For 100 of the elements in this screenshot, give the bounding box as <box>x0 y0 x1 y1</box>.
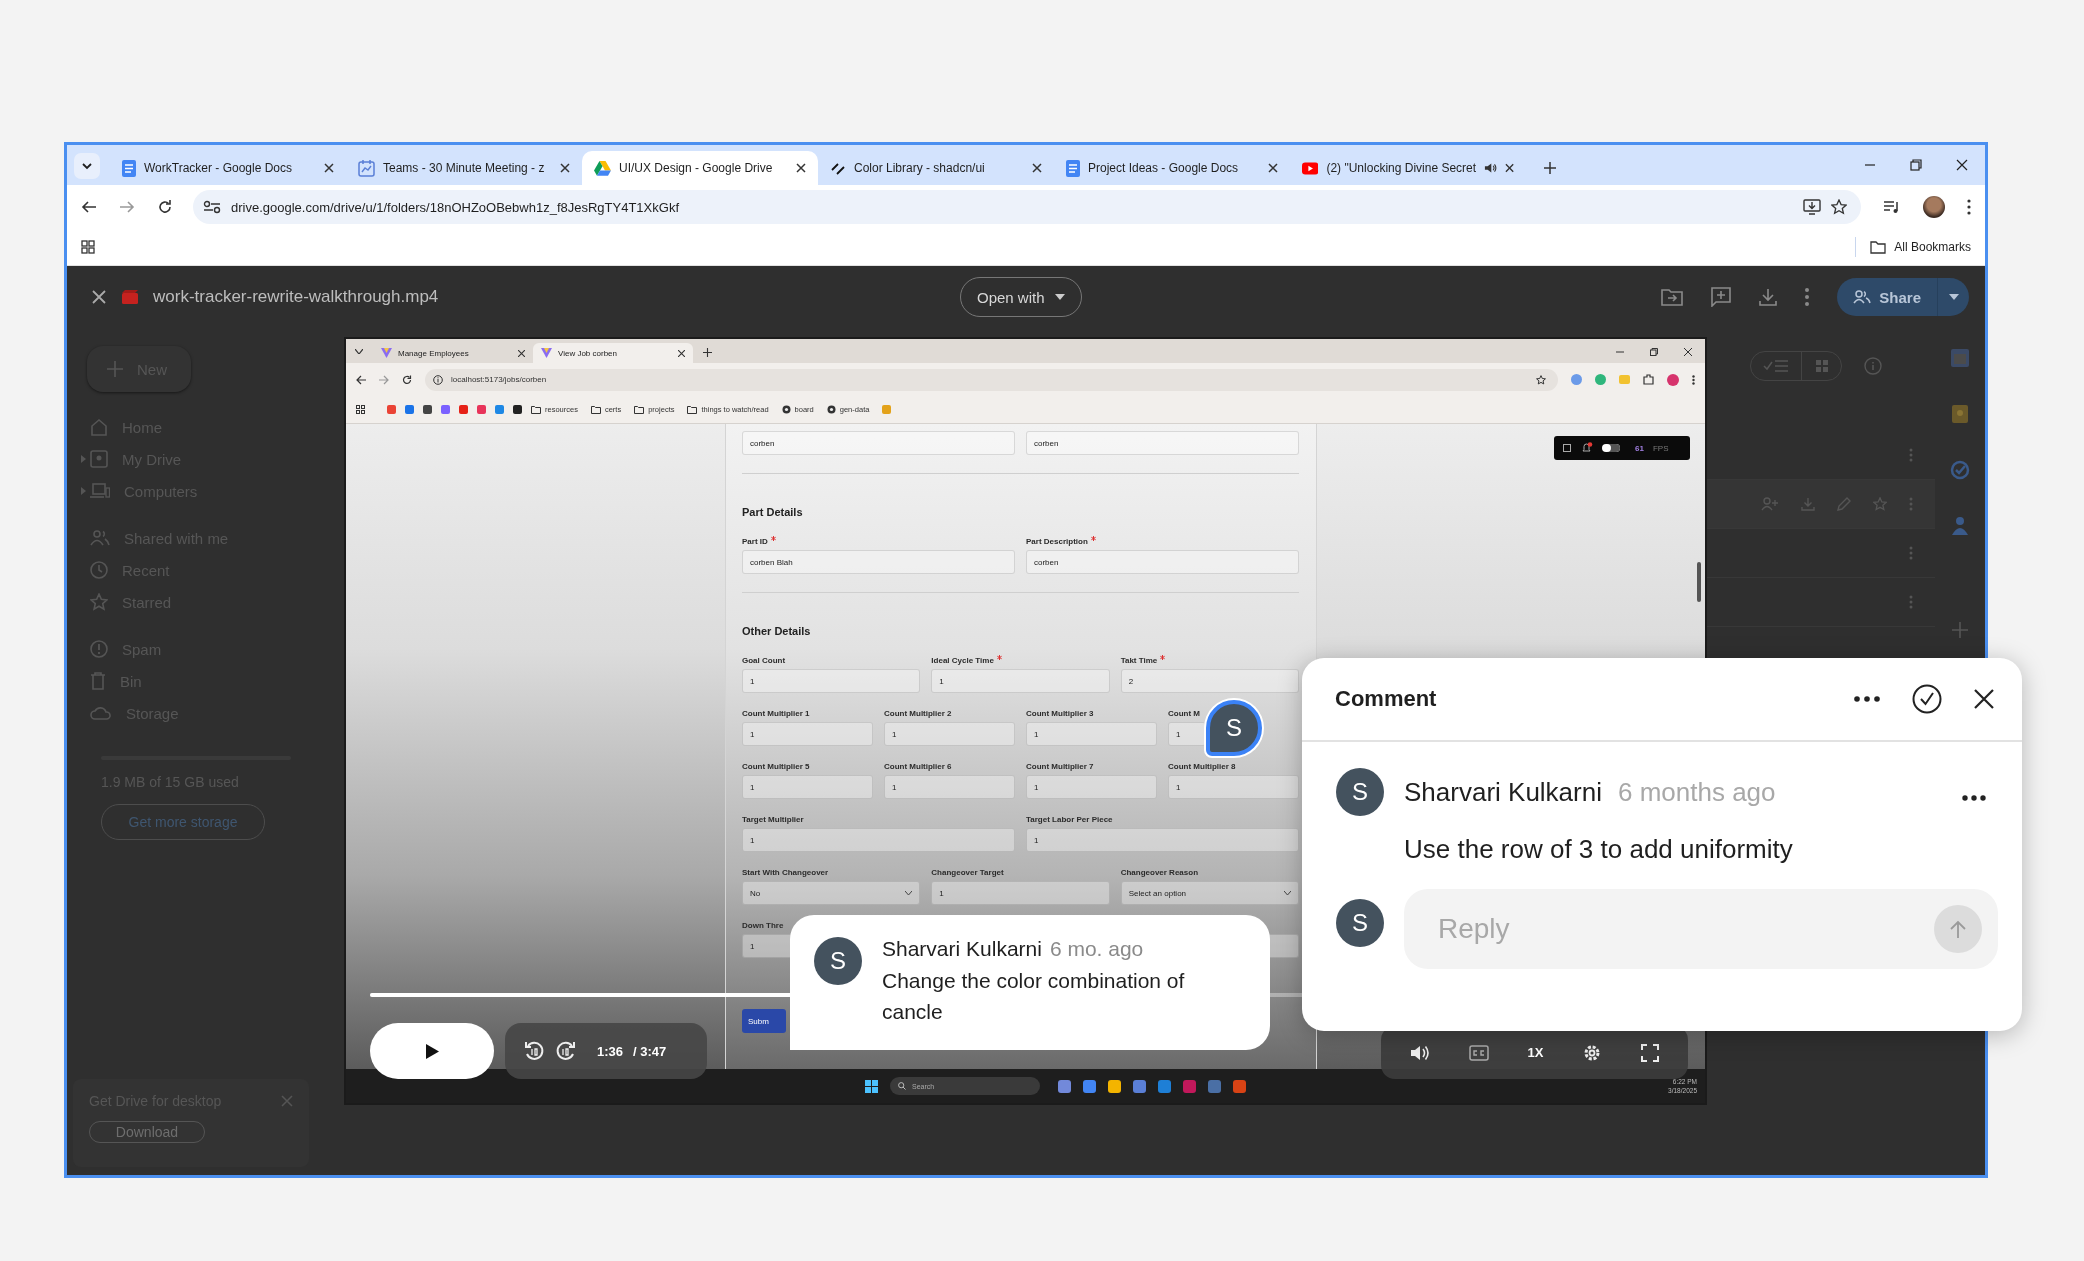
input-field: 1 <box>742 669 921 693</box>
panel-title: Comment <box>1335 686 1437 712</box>
profile-avatar[interactable] <box>1923 196 1945 218</box>
install-icon[interactable] <box>1803 199 1821 215</box>
field-label: Changeover Reason <box>1120 867 1198 877</box>
reload-icon[interactable] <box>157 199 173 215</box>
star-icon[interactable] <box>1873 497 1887 511</box>
extension-icon <box>1595 374 1606 385</box>
field-label: Target Multiplier <box>742 814 804 824</box>
browser-tab[interactable]: Teams - 30 Minute Meeting - z <box>346 151 582 185</box>
share-button[interactable]: Share <box>1837 278 1937 316</box>
fps-counter: 61 <box>1635 443 1644 453</box>
browser-tab[interactable]: WorkTracker - Google Docs <box>110 151 346 185</box>
close-icon[interactable] <box>1974 689 1994 709</box>
address-field[interactable]: drive.google.com/drive/u/1/folders/18nOHZoOBebwh1z_f8JesRgTY4T1XkGkf <box>193 190 1861 224</box>
avatar: S <box>814 937 862 985</box>
more-icon[interactable] <box>1854 696 1880 702</box>
input-field: Select an option <box>1120 881 1299 905</box>
home-icon <box>90 418 108 436</box>
site-settings-icon[interactable] <box>203 200 221 214</box>
close-icon[interactable] <box>324 163 334 173</box>
people-icon <box>1853 290 1872 304</box>
browser-tab[interactable]: UI/UX Design - Google Drive <box>582 151 818 185</box>
speed-button[interactable]: 1X <box>1527 1045 1544 1060</box>
input-field: 1 <box>1168 775 1299 799</box>
close-icon[interactable] <box>560 163 570 173</box>
reply-input[interactable]: Reply <box>1436 912 1934 946</box>
menu-icon[interactable] <box>1967 199 1971 215</box>
tab-search-button[interactable] <box>74 153 100 179</box>
speaker-icon[interactable] <box>1484 161 1497 175</box>
forward-icon[interactable] <box>555 1040 577 1062</box>
submit-button: Subm <box>742 1009 786 1033</box>
field-label: Count Multiplier 1 <box>742 708 810 718</box>
info-icon <box>433 374 443 385</box>
browser-tab[interactable]: Color Library - shadcn/ui <box>818 151 1054 185</box>
close-icon[interactable] <box>1956 159 1968 171</box>
new-tab-icon[interactable] <box>1544 162 1556 174</box>
all-bookmarks-button[interactable]: All Bookmarks <box>1870 240 1971 254</box>
reload-icon <box>402 374 412 385</box>
media-queue-icon[interactable] <box>1883 200 1901 214</box>
app-icon <box>1208 1079 1221 1093</box>
resolve-icon[interactable] <box>1912 684 1942 714</box>
note-icon[interactable] <box>1951 404 1969 424</box>
field-label: Target Labor Per Piece <box>1026 814 1113 824</box>
input-field: 1 <box>742 828 1015 852</box>
back-icon[interactable] <box>81 199 97 215</box>
apps-grid-icon[interactable] <box>81 240 95 254</box>
v-logo-icon <box>381 348 392 358</box>
fps-unit: FPS <box>1652 443 1669 453</box>
cloud-icon <box>90 706 112 720</box>
restore-icon[interactable] <box>1910 159 1922 171</box>
star-icon[interactable] <box>1831 199 1847 215</box>
comment-text: Use the row of 3 to add uniformity <box>1404 834 1794 865</box>
open-with-button[interactable]: Open with <box>960 277 1082 317</box>
input-field: corben Blah <box>742 550 1015 574</box>
more-icon[interactable] <box>1962 795 1986 801</box>
address-field: localhost:5173/jobs/corben <box>425 368 1558 391</box>
volume-icon[interactable] <box>1410 1043 1431 1062</box>
download-icon[interactable] <box>1759 288 1778 306</box>
rewind-icon[interactable] <box>523 1040 545 1062</box>
section-heading: Other Details <box>742 625 812 637</box>
close-icon[interactable] <box>1504 163 1514 173</box>
caret-icon <box>1948 294 1959 300</box>
reply-box[interactable]: Reply <box>1404 889 1998 969</box>
field-label: Count Multiplier 2 <box>884 708 952 718</box>
browser-tab[interactable]: Manage Employees <box>373 343 533 363</box>
restore-icon <box>1650 348 1658 356</box>
input-field: corben <box>1026 550 1299 574</box>
input-field: corben <box>1026 431 1299 455</box>
browser-tab[interactable]: View Job corben <box>533 343 693 363</box>
calendar-icon <box>358 159 375 177</box>
comment-pin[interactable]: S <box>1206 700 1262 756</box>
input-field: 2 <box>1120 669 1299 693</box>
close-icon[interactable] <box>796 163 806 173</box>
drive-logo-icon <box>594 160 611 176</box>
share-options-button[interactable] <box>1937 278 1969 316</box>
field-label: Takt Time <box>1120 655 1158 665</box>
field-label: Count Multiplier 5 <box>742 761 810 771</box>
close-icon[interactable] <box>1032 163 1042 173</box>
app-icon <box>826 405 836 414</box>
captions-icon[interactable] <box>1468 1044 1489 1061</box>
author-name: Sharvari Kulkarni <box>1404 776 1602 808</box>
comment-tooltip[interactable]: S Sharvari Kulkarni 6 mo. ago Change the color combination of cancle <box>790 915 1270 1050</box>
people-icon <box>90 530 110 546</box>
close-icon[interactable] <box>91 289 107 305</box>
add-comment-icon[interactable] <box>1711 287 1732 307</box>
browser-tab[interactable]: (2) "Unlocking Divine Secret <box>1290 151 1526 185</box>
play-button[interactable] <box>370 1023 494 1079</box>
bookmark-icon <box>882 405 892 414</box>
fullscreen-icon[interactable] <box>1640 1043 1659 1062</box>
move-to-folder-icon[interactable] <box>1661 288 1684 306</box>
close-icon[interactable] <box>1268 163 1278 173</box>
field-label: Changeover Target <box>931 867 1004 877</box>
close-icon <box>678 349 685 357</box>
field-label: Ideal Cycle Time <box>931 655 994 665</box>
plus-icon <box>107 361 123 377</box>
caret-icon[interactable] <box>355 349 363 354</box>
star-icon <box>1536 374 1546 385</box>
browser-tab[interactable]: Project Ideas - Google Docs <box>1054 151 1290 185</box>
section-heading: Part Details <box>742 506 804 518</box>
